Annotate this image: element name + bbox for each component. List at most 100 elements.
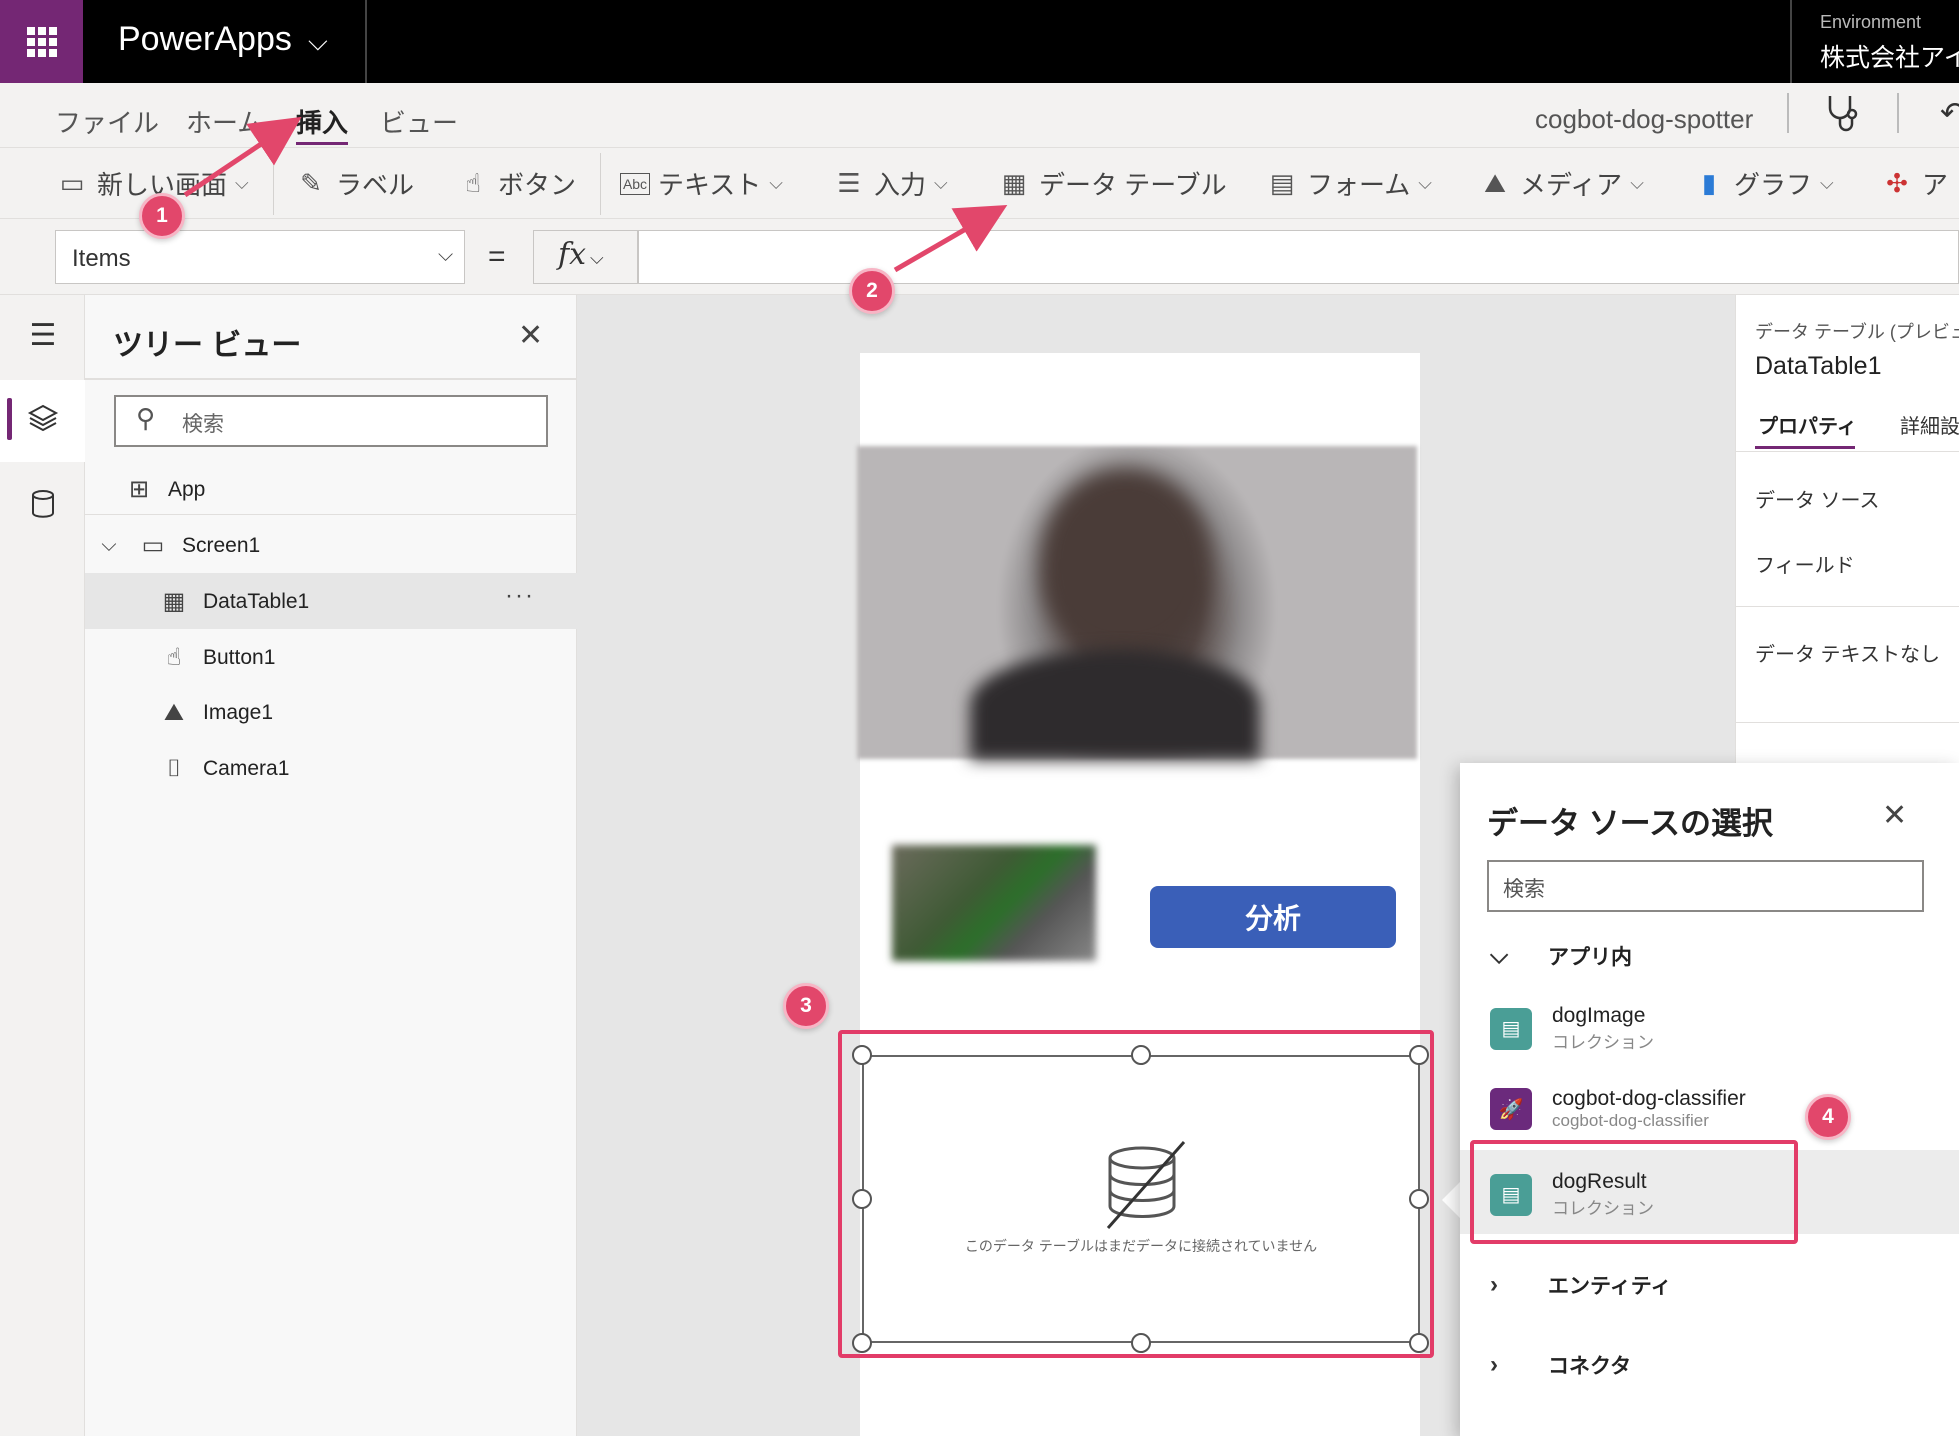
- active-tab-indicator: [1755, 446, 1855, 449]
- divider: [365, 0, 367, 83]
- text-button-text: テキスト: [658, 170, 762, 200]
- tree-item-label: App: [168, 477, 206, 501]
- form-button[interactable]: ▤ フォーム ⌵: [1265, 165, 1432, 202]
- chevron-right-icon: ›: [1490, 1351, 1498, 1378]
- chevron-down-icon[interactable]: ⌵: [438, 244, 453, 267]
- chevron-right-icon: ›: [1490, 1271, 1498, 1298]
- ai-builder-text: ア: [1922, 170, 1949, 200]
- close-icon[interactable]: ✕: [518, 318, 543, 353]
- app-launcher-button[interactable]: [0, 0, 83, 83]
- chevron-down-icon: ⌵: [934, 173, 948, 193]
- chevron-down-icon: ⌵: [235, 173, 249, 193]
- tab-advanced[interactable]: 詳細設: [1900, 410, 1959, 439]
- resize-handle[interactable]: [1131, 1045, 1151, 1065]
- property-dropdown[interactable]: Items: [55, 230, 465, 284]
- active-indicator: [7, 398, 12, 440]
- layers-icon[interactable]: [24, 402, 62, 442]
- hamburger-icon[interactable]: ☰: [24, 318, 62, 353]
- label-button[interactable]: ✎ ラベル: [294, 165, 414, 202]
- tree-item-image1[interactable]: ⛰ Image1: [159, 699, 273, 727]
- button-pointer-icon: ☝: [166, 644, 182, 671]
- collection-icon: ▤: [1490, 1007, 1532, 1050]
- flyout-title: データ ソースの選択: [1487, 806, 1774, 841]
- button-button[interactable]: ☝ ボタン: [456, 165, 576, 202]
- label-button-text: ラベル: [336, 170, 415, 200]
- resize-handle[interactable]: [852, 1189, 872, 1209]
- chevron-down-icon[interactable]: ⌵: [94, 534, 124, 557]
- label-edit-icon: ✎: [300, 168, 322, 198]
- section-in-app[interactable]: ⌵ アプリ内: [1490, 941, 1632, 971]
- image-control[interactable]: [892, 845, 1096, 961]
- resize-handle[interactable]: [1131, 1333, 1151, 1353]
- environment-label: Environment: [1820, 12, 1922, 32]
- chart-button[interactable]: ▮ グラフ ⌵: [1692, 165, 1834, 202]
- tree-item-screen1[interactable]: ⌵ ▭ Screen1: [94, 531, 260, 560]
- form-button-text: フォーム: [1307, 170, 1411, 200]
- control-name: DataTable1: [1755, 352, 1882, 380]
- close-icon[interactable]: ✕: [1882, 798, 1907, 833]
- source-type: コレクション: [1552, 1033, 1654, 1052]
- data-table-button[interactable]: ▦ データ テーブル: [997, 165, 1227, 202]
- tree-item-label: Button1: [203, 645, 276, 669]
- app-name[interactable]: PowerApps: [118, 20, 292, 59]
- divider: [1787, 93, 1789, 133]
- source-cogbot-dog-classifier[interactable]: 🚀 cogbot-dog-classifier cogbot-dog-classi…: [1490, 1087, 1746, 1131]
- menu-home[interactable]: ホーム: [186, 103, 263, 140]
- source-dogimage[interactable]: ▤ dogImage コレクション: [1490, 1004, 1654, 1053]
- undo-icon[interactable]: ↶: [1940, 96, 1959, 131]
- ai-builder-button[interactable]: ✣ ア: [1880, 165, 1948, 202]
- bar-chart-icon: ▮: [1701, 168, 1717, 198]
- input-button[interactable]: ☰ 入力 ⌵: [832, 165, 948, 202]
- source-type: cogbot-dog-classifier: [1552, 1111, 1709, 1130]
- analyze-button[interactable]: 分析: [1150, 886, 1396, 948]
- resize-handle[interactable]: [852, 1333, 872, 1353]
- button-pointer-icon: ☝: [465, 168, 481, 198]
- app-checker-icon[interactable]: [1822, 92, 1860, 137]
- menu-view[interactable]: ビュー: [380, 103, 458, 140]
- environment-selector[interactable]: 株式会社アイ: [1820, 38, 1959, 74]
- annotation-badge: 2: [849, 268, 895, 314]
- divider: [1735, 722, 1959, 723]
- equals-sign: =: [488, 240, 506, 273]
- chevron-down-icon: ⌵: [590, 248, 604, 269]
- media-button[interactable]: ⛰ メディア ⌵: [1478, 165, 1644, 202]
- resize-handle[interactable]: [1409, 1045, 1429, 1065]
- fx-button[interactable]: fx ⌵: [533, 230, 638, 284]
- more-options-icon[interactable]: ···: [505, 582, 535, 610]
- resize-handle[interactable]: [1409, 1189, 1429, 1209]
- text-button[interactable]: Abc テキスト ⌵: [620, 165, 783, 202]
- menu-file[interactable]: ファイル: [55, 103, 159, 140]
- tree-view-panel: [85, 295, 577, 1436]
- tree-item-button1[interactable]: ☝ Button1: [159, 643, 276, 672]
- tree-search-input[interactable]: 検索: [114, 395, 548, 447]
- chevron-down-icon: ⌵: [1490, 942, 1509, 969]
- prop-no-data-text[interactable]: データ テキストなし: [1755, 638, 1940, 667]
- tree-item-app[interactable]: ⊞ App: [124, 475, 205, 504]
- resize-handle[interactable]: [852, 1045, 872, 1065]
- formula-input[interactable]: [638, 230, 1959, 284]
- prop-data-source[interactable]: データ ソース: [1755, 484, 1880, 513]
- divider: [1735, 451, 1959, 452]
- chevron-down-icon: ⌵: [769, 173, 783, 193]
- flyout-search-input[interactable]: 検索: [1487, 860, 1924, 912]
- menu-insert[interactable]: 挿入: [296, 103, 349, 145]
- resize-handle[interactable]: [1409, 1333, 1429, 1353]
- media-button-text: メディア: [1520, 170, 1623, 200]
- app-icon: ⊞: [128, 476, 150, 503]
- chevron-down-icon[interactable]: ⌵: [308, 26, 328, 58]
- tree-item-camera1[interactable]: ⌷ Camera1: [159, 755, 290, 783]
- database-icon[interactable]: [24, 488, 62, 528]
- chart-button-text: グラフ: [1734, 170, 1813, 200]
- fx-icon: fx: [558, 237, 587, 272]
- tree-item-datatable1[interactable]: ▦ DataTable1: [159, 587, 310, 616]
- source-name: cogbot-dog-classifier: [1552, 1087, 1746, 1110]
- section-entities[interactable]: › エンティティ: [1490, 1270, 1671, 1300]
- prop-fields[interactable]: フィールド: [1755, 549, 1855, 578]
- app-file-name: cogbot-dog-spotter: [1535, 104, 1754, 134]
- section-label: アプリ内: [1548, 946, 1632, 969]
- section-label: コネクタ: [1548, 1355, 1632, 1378]
- source-name: dogImage: [1552, 1004, 1646, 1027]
- image-icon: ⛰: [1484, 167, 1506, 198]
- tab-properties[interactable]: プロパティ: [1758, 410, 1857, 439]
- section-connectors[interactable]: › コネクタ: [1490, 1350, 1631, 1380]
